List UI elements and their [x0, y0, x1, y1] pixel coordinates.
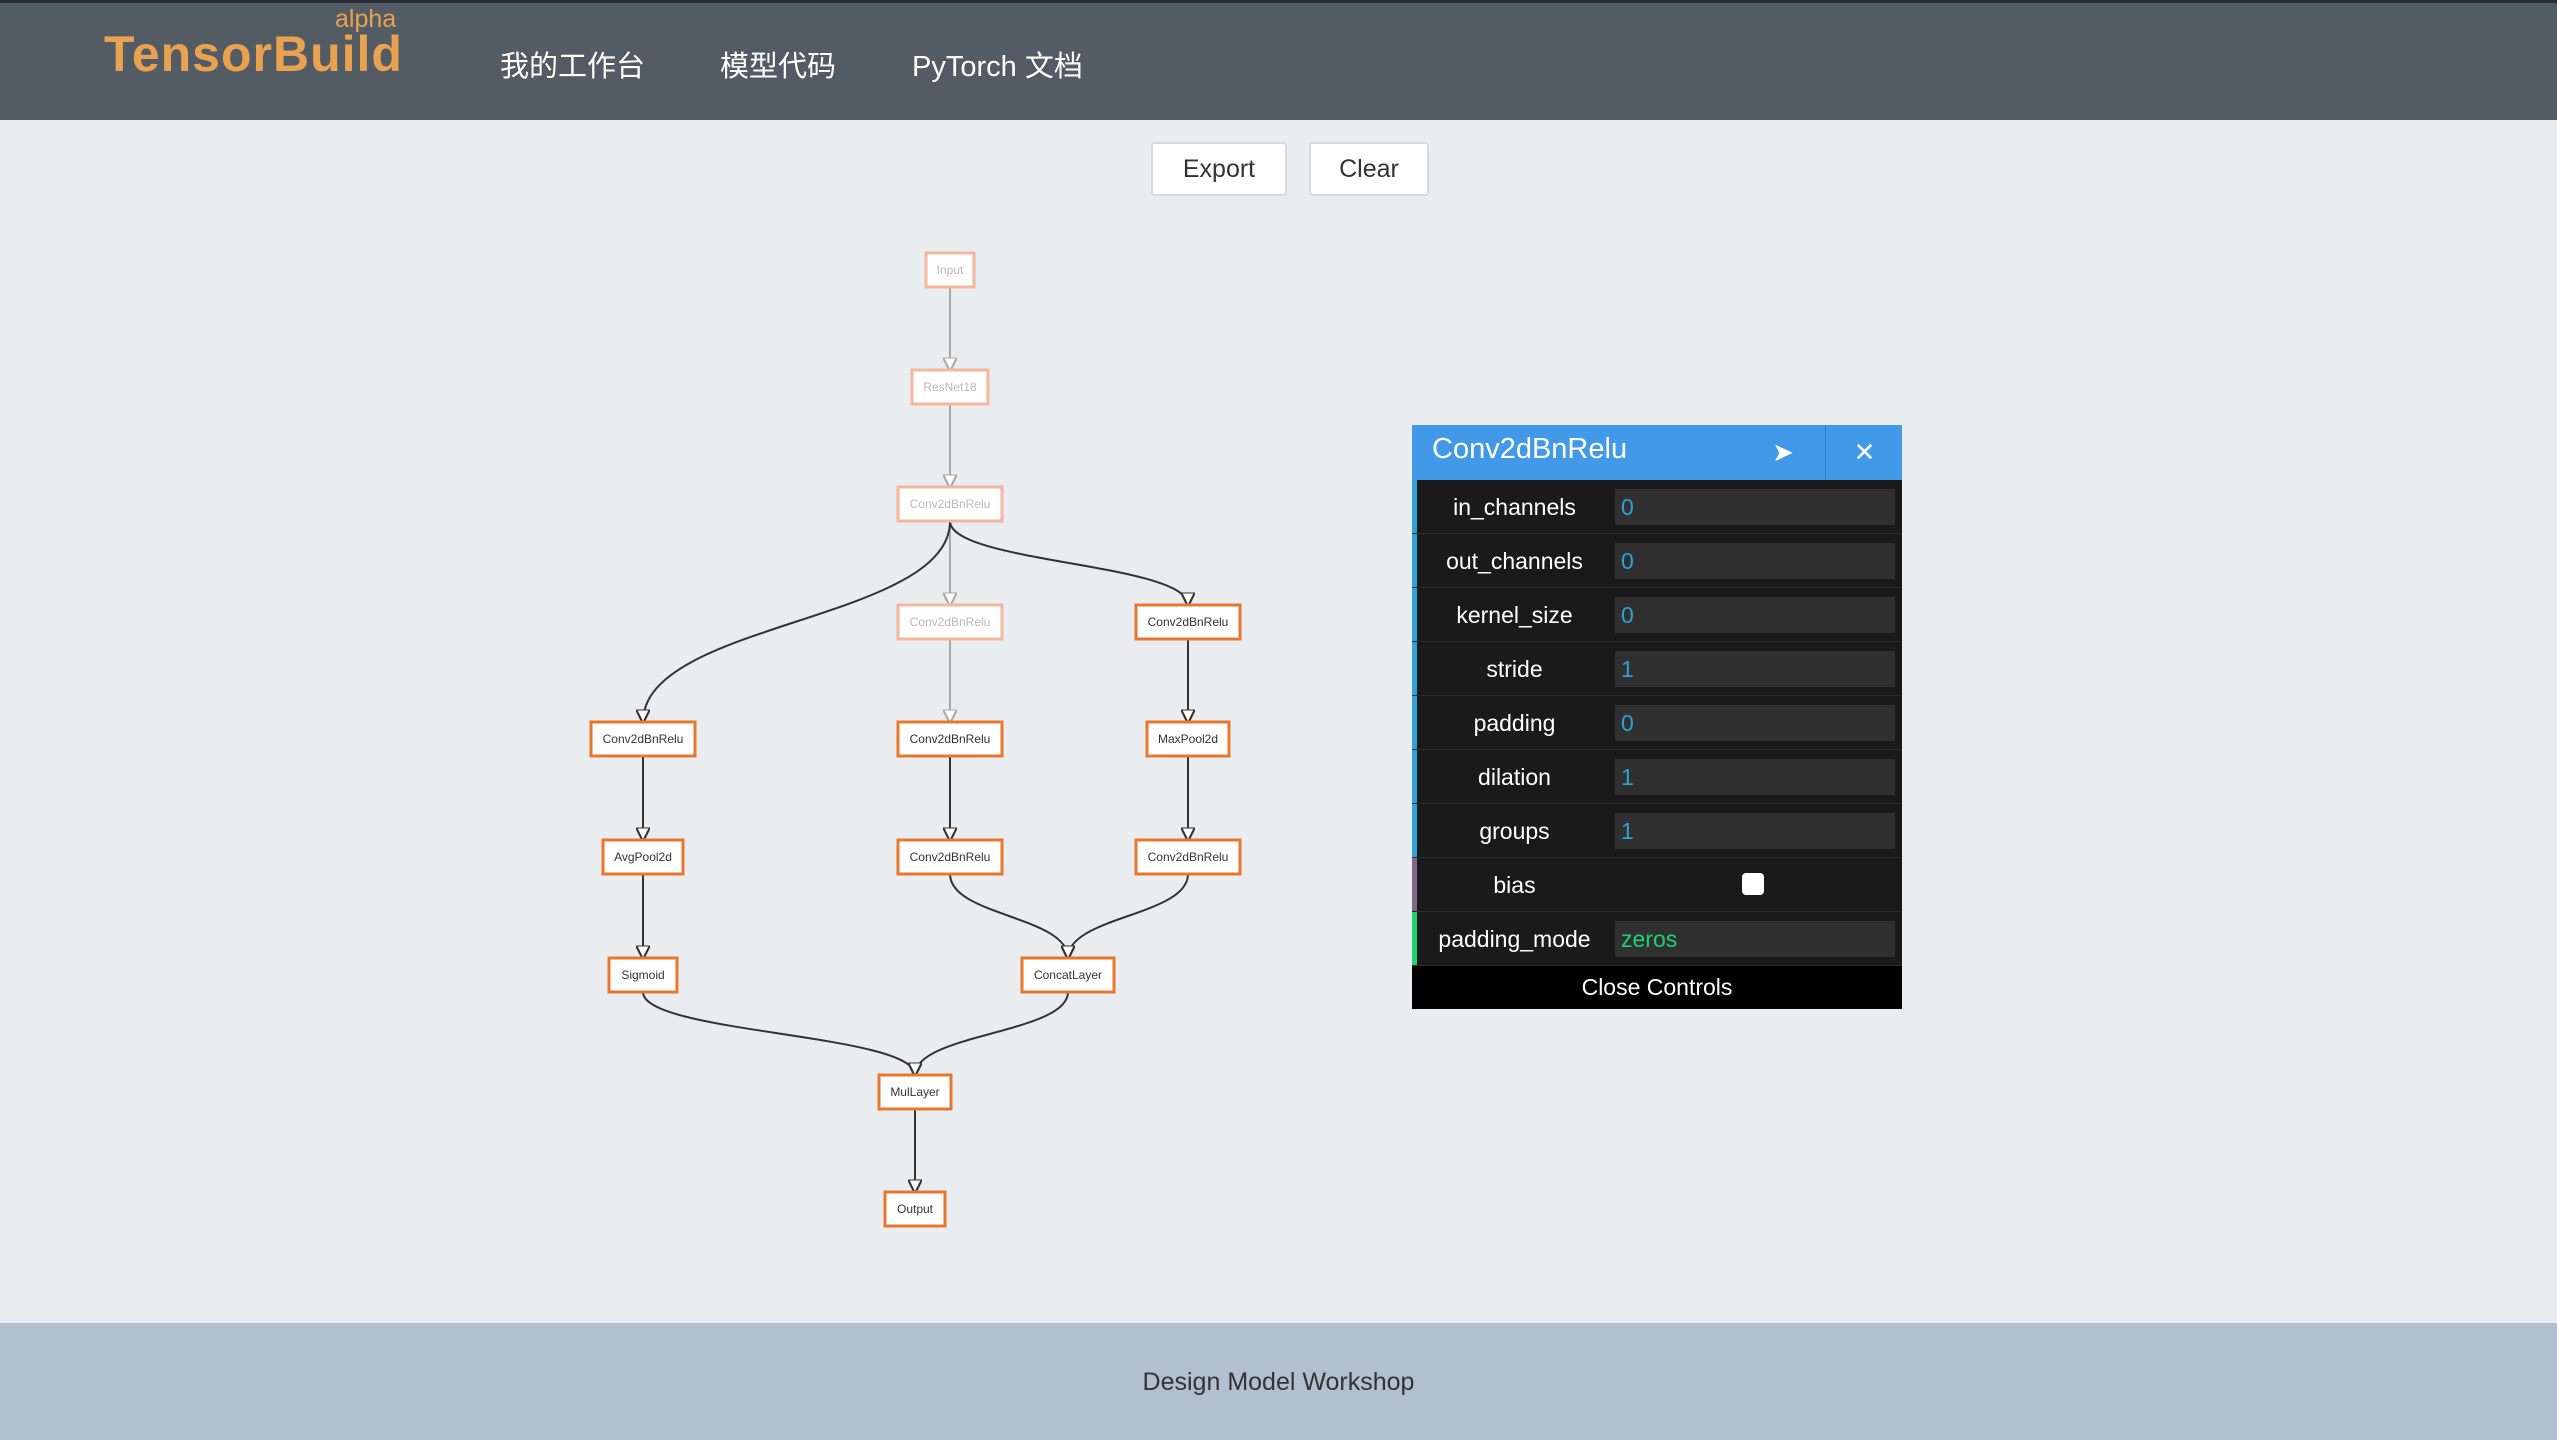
panel-title-bar: Conv2dBnRelu ➤ ✕	[1412, 425, 1902, 480]
graph-node-label: Sigmoid	[621, 968, 664, 982]
graph-node-label: AvgPool2d	[614, 850, 672, 864]
send-icon[interactable]: ➤	[1742, 425, 1824, 480]
kernel-size-input[interactable]	[1615, 597, 1895, 633]
graph-node-label: MulLayer	[890, 1085, 939, 1099]
graph-node-conv_right1[interactable]: Conv2dBnRelu	[1134, 603, 1242, 641]
graph-node-label: MaxPool2d	[1158, 732, 1218, 746]
graph-node-conv_mid3[interactable]: Conv2dBnRelu	[896, 838, 1004, 876]
graph-node-conv_mid2[interactable]: Conv2dBnRelu	[896, 720, 1004, 758]
control-row-dilation: dilation	[1412, 750, 1902, 804]
control-row-in_channels: in_channels	[1412, 480, 1902, 534]
model-graph: Input ResNet18 Conv2dBnRelu Conv2dBnRelu Con…	[589, 251, 1242, 1228]
graph-edge-concat-to-mul	[915, 991, 1069, 1075]
graph-edge-conv_mid3-to-concat	[949, 873, 1068, 958]
graph-node-concat[interactable]: ConcatLayer	[1020, 956, 1116, 994]
graph-edge-sigmoid-to-mul	[642, 991, 915, 1075]
close-controls-button[interactable]: Close Controls	[1412, 966, 1902, 1009]
control-label: out_channels	[1446, 548, 1583, 574]
control-label: dilation	[1478, 764, 1551, 790]
stride-input[interactable]	[1615, 651, 1895, 687]
graph-node-resnet18[interactable]: ResNet18	[910, 368, 990, 406]
graph-node-label: Input	[937, 263, 964, 277]
graph-node-label: Conv2dBnRelu	[1148, 850, 1229, 864]
bias-checkbox[interactable]	[1742, 873, 1764, 895]
padding-mode-input[interactable]	[1615, 921, 1895, 957]
graph-node-input[interactable]: Input	[924, 251, 976, 289]
control-row-bias: bias	[1412, 858, 1902, 912]
graph-node-mul[interactable]: MulLayer	[877, 1073, 953, 1111]
graph-node-maxpool[interactable]: MaxPool2d	[1145, 720, 1231, 758]
graph-node-label: ResNet18	[923, 380, 977, 394]
control-row-groups: groups	[1412, 804, 1902, 858]
control-row-kernel_size: kernel_size	[1412, 588, 1902, 642]
graph-node-conv_left1[interactable]: Conv2dBnRelu	[589, 720, 697, 758]
control-row-padding_mode: padding_mode	[1412, 912, 1902, 966]
control-row-stride: stride	[1412, 642, 1902, 696]
graph-node-output[interactable]: Output	[883, 1190, 947, 1228]
graph-node-label: Output	[897, 1202, 934, 1216]
control-label: groups	[1479, 818, 1550, 844]
control-label: bias	[1493, 872, 1536, 898]
control-label: stride	[1486, 656, 1543, 682]
graph-node-label: Conv2dBnRelu	[910, 850, 991, 864]
graph-node-avgpool[interactable]: AvgPool2d	[601, 838, 685, 876]
graph-node-conv_mid1[interactable]: Conv2dBnRelu	[896, 603, 1004, 641]
controls-panel: Conv2dBnRelu ➤ ✕ in_channels out_channels…	[1412, 425, 1902, 1009]
padding-input[interactable]	[1615, 705, 1895, 741]
close-icon[interactable]: ✕	[1825, 425, 1903, 480]
dilation-input[interactable]	[1615, 759, 1895, 795]
control-label: in_channels	[1453, 494, 1576, 520]
graph-node-label: Conv2dBnRelu	[910, 615, 991, 629]
control-label: padding	[1473, 710, 1556, 736]
footer: Design Model Workshop	[0, 1323, 2557, 1440]
control-row-out_channels: out_channels	[1412, 534, 1902, 588]
graph-node-conv_right2[interactable]: Conv2dBnRelu	[1134, 838, 1242, 876]
graph-node-conv_root[interactable]: Conv2dBnRelu	[896, 485, 1004, 523]
panel-title: Conv2dBnRelu	[1432, 433, 1628, 465]
footer-text: Design Model Workshop	[1142, 1368, 1415, 1396]
graph-node-label: Conv2dBnRelu	[1148, 615, 1229, 629]
out-channels-input[interactable]	[1615, 543, 1895, 579]
groups-input[interactable]	[1615, 813, 1895, 849]
in-channels-input[interactable]	[1615, 489, 1895, 525]
control-label: kernel_size	[1456, 602, 1573, 628]
graph-node-sigmoid[interactable]: Sigmoid	[607, 956, 679, 994]
graph-edge-conv_root-to-conv_right1	[949, 520, 1188, 605]
graph-edge-conv_right2-to-concat	[1068, 873, 1189, 958]
control-row-padding: padding	[1412, 696, 1902, 750]
graph-node-label: Conv2dBnRelu	[603, 732, 684, 746]
graph-node-label: Conv2dBnRelu	[910, 497, 991, 511]
graph-node-label: Conv2dBnRelu	[910, 732, 991, 746]
graph-node-label: ConcatLayer	[1034, 968, 1102, 982]
control-label: padding_mode	[1438, 926, 1591, 952]
